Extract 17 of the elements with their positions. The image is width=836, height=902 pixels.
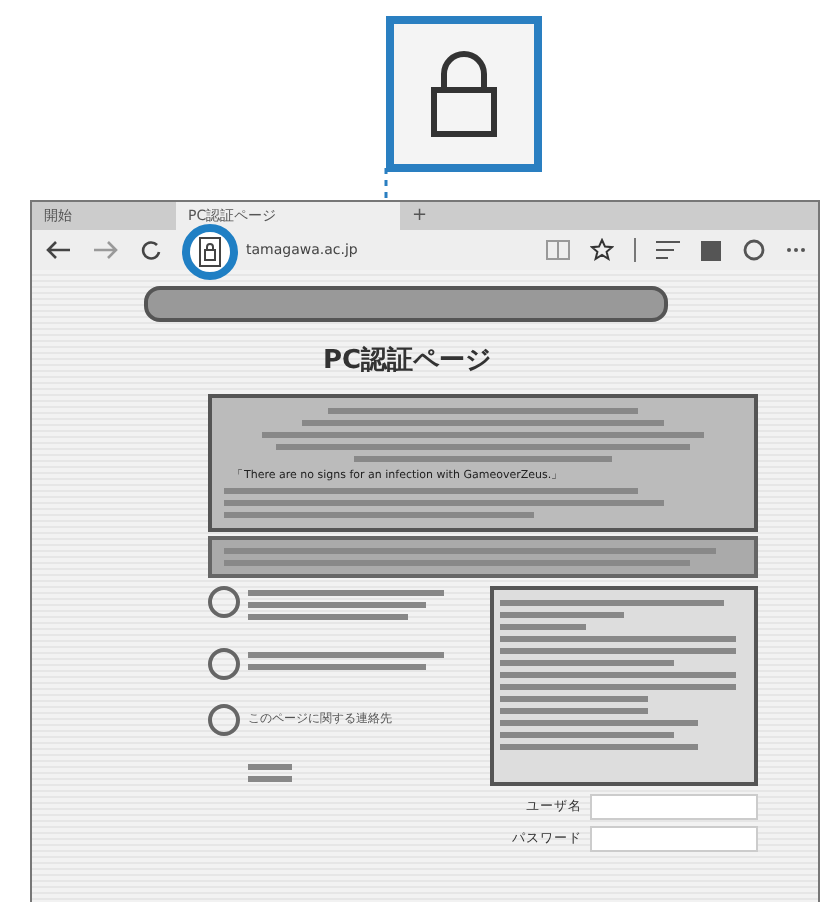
more-icon[interactable] [786,246,806,254]
star-icon[interactable] [590,238,614,262]
back-icon[interactable] [44,240,72,260]
option-circle[interactable] [208,586,240,618]
page-heading: PC認証ページ [320,344,494,378]
lock-icon[interactable] [198,236,222,268]
share-icon[interactable] [742,238,766,262]
hub-icon[interactable] [656,240,680,260]
option-circle[interactable] [208,704,240,736]
blurred-text-drawing [248,760,292,786]
input-field[interactable] [590,794,758,820]
note-icon[interactable] [700,239,722,261]
refresh-icon[interactable] [140,239,162,261]
new-tab-button[interactable]: + [400,206,440,226]
option-circle[interactable] [208,648,240,680]
input-field[interactable] [590,826,758,852]
lock-icon [428,50,500,138]
